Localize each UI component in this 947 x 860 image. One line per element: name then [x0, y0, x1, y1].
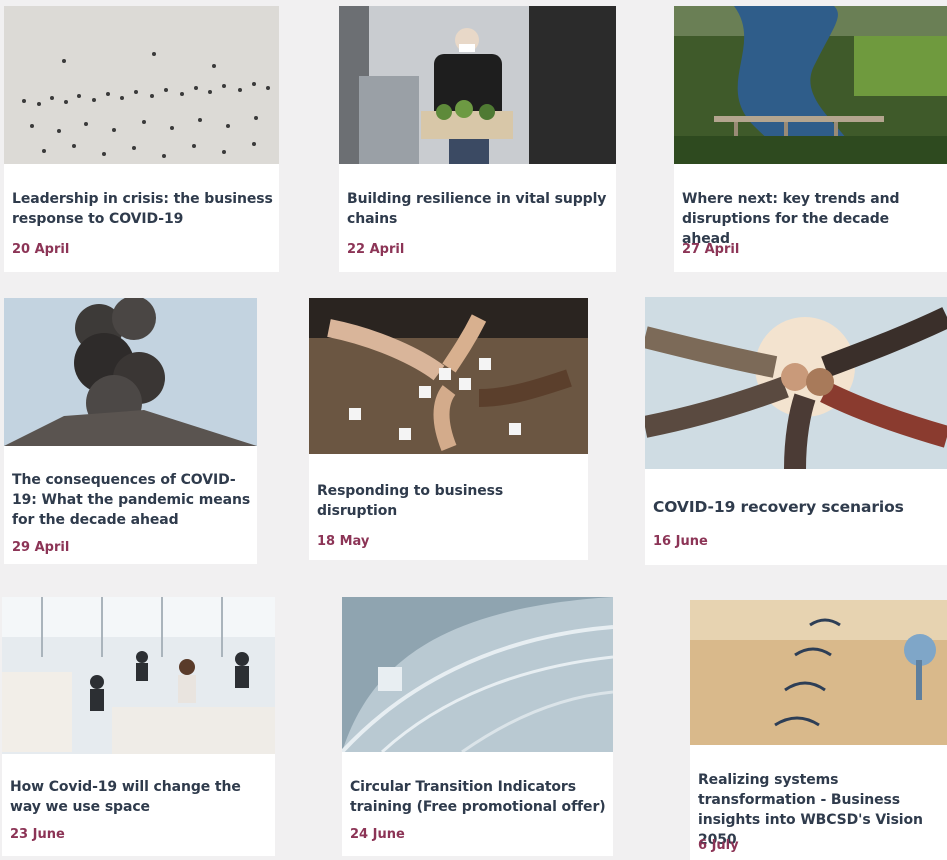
delivery-person-image[interactable] [339, 6, 616, 164]
event-title[interactable]: How Covid-19 will change the way we use … [10, 777, 269, 817]
volcano-smoke-image[interactable] [4, 298, 257, 446]
event-date: 24 June [350, 827, 405, 842]
event-date: 18 May [317, 534, 370, 549]
event-date: 23 June [10, 827, 65, 842]
event-card[interactable]: Realizing systems transformation - Busin… [690, 600, 947, 860]
event-date: 16 June [653, 534, 708, 549]
event-card[interactable]: COVID-19 recovery scenarios 16 June [645, 297, 947, 565]
event-date: 27 April [682, 242, 740, 257]
event-card[interactable]: Building resilience in vital supply chai… [339, 6, 616, 272]
event-card[interactable]: The consequences of COVID-19: What the p… [4, 298, 257, 564]
event-date: 6 July [698, 838, 739, 853]
river-bridge-image[interactable] [674, 6, 947, 164]
event-title[interactable]: Leadership in crisis: the business respo… [12, 189, 273, 229]
year-dial-2050-image[interactable] [690, 600, 947, 745]
open-office-image[interactable] [2, 597, 275, 754]
event-card[interactable]: Circular Transition Indicators training … [342, 597, 613, 856]
event-date: 20 April [12, 242, 70, 257]
puzzle-hands-image[interactable] [309, 298, 588, 454]
crowd-aerial-image[interactable] [4, 6, 279, 164]
event-card[interactable]: Leadership in crisis: the business respo… [4, 6, 279, 272]
event-card[interactable]: Responding to business disruption 18 May [309, 298, 588, 560]
event-title[interactable]: The consequences of COVID-19: What the p… [12, 470, 251, 530]
curved-architecture-image[interactable] [342, 597, 613, 752]
team-hands-circle-image[interactable] [645, 297, 947, 469]
event-title[interactable]: Building resilience in vital supply chai… [347, 189, 610, 229]
event-card[interactable]: Where next: key trends and disruptions f… [674, 6, 947, 272]
event-title[interactable]: Where next: key trends and disruptions f… [682, 189, 941, 249]
event-date: 22 April [347, 242, 405, 257]
event-title[interactable]: COVID-19 recovery scenarios [653, 497, 941, 517]
event-date: 29 April [12, 540, 70, 555]
event-title[interactable]: Responding to business disruption [317, 481, 582, 521]
event-grid: Leadership in crisis: the business respo… [0, 0, 947, 860]
event-title[interactable]: Circular Transition Indicators training … [350, 777, 607, 817]
event-card[interactable]: How Covid-19 will change the way we use … [2, 597, 275, 856]
